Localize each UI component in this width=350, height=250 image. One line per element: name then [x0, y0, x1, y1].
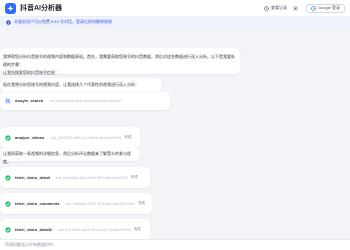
message-text: 现在我将分析您账号的视频内容，让我选择几个代表性的视频进行深入分析： — [3, 82, 139, 87]
tool-call-fetch-video-detail-2[interactable]: fetch_video_detail2 call_b7d1c02e-5a22-4… — [0, 219, 150, 240]
settings-button[interactable] — [293, 5, 300, 11]
tool-call-fetch-video-comments[interactable]: fetch_video_comments call_49d6faa0-1b42-… — [0, 193, 152, 214]
check-icon — [5, 200, 11, 207]
tool-status: 完成 — [133, 227, 141, 231]
check-icon — [5, 174, 11, 181]
tool-name: douyin_search — [15, 98, 44, 103]
tool-status: 完成 — [124, 135, 132, 139]
history-button[interactable]: 查看记录 — [264, 5, 287, 11]
tool-call-id: call_12b9f534-d9f8-4c41-8e33-4ba3bb2f916… — [50, 135, 122, 140]
assistant-message: 我将帮您分析抖音账号的视频内容和数据表现。首先，我需要获取您账号的抖音数据，然后… — [0, 48, 240, 75]
tool-name: fetch_video_detail — [15, 175, 50, 180]
gear-icon — [293, 5, 298, 11]
check-icon — [5, 226, 11, 233]
app-header: 抖音AI分析器 查看记录 Google 登录 — [0, 0, 350, 17]
tool-name: analyze_videos — [15, 135, 45, 140]
app-title: 抖音AI分析器 — [20, 5, 62, 12]
tool-status: 完成 — [138, 201, 146, 205]
sparkle-icon — [7, 4, 14, 12]
search-icon — [5, 97, 11, 104]
history-icon — [264, 5, 269, 11]
message-text: 让我先搜索您的抖音账号信息： — [3, 70, 59, 75]
google-login-label: Google 登录 — [317, 5, 340, 10]
app-logo — [5, 2, 16, 14]
notice-text: 本服务用户可以免费 5/10 次对话，登录后即刻解除限制 — [14, 19, 113, 24]
info-icon — [6, 19, 11, 25]
tool-name: fetch_video_detail2 — [15, 227, 53, 232]
usage-notice: 本服务用户可以免费 5/10 次对话，登录后即刻解除限制 — [0, 17, 350, 27]
chat-input-placeholder: 声明问题显示中有数据时中... — [5, 242, 57, 247]
tool-call-id: call_f4a5d2a4-4b1a-4b2e-b87a-af2d19cc7d2… — [55, 175, 128, 180]
assistant-message: 让我再获取一条视频的详细信息，然后分析评论数据来了解受众的参与程度。 — [0, 147, 140, 164]
google-icon — [311, 5, 316, 11]
tool-name: fetch_video_comments — [15, 201, 60, 206]
check-icon — [5, 134, 11, 141]
google-login-button[interactable]: Google 登录 — [305, 3, 345, 13]
history-label: 查看记录 — [270, 5, 287, 10]
tool-call-fetch-video-detail[interactable]: fetch_video_detail call_f4a5d2a4-4b1a-4b… — [0, 167, 150, 188]
chat-area: 我将帮您分析抖音账号的视频内容和数据表现。首先，我需要获取您账号的抖音数据，然后… — [0, 27, 350, 240]
tool-call-analyze-videos[interactable]: analyze_videos call_12b9f534-d9f8-4c41-8… — [0, 127, 140, 148]
chat-input[interactable]: 声明问题显示中有数据时中... — [0, 239, 350, 250]
tool-call-douyin-search[interactable]: douyin_search call_cb51a14a6-f3b8-4d4f-9… — [0, 91, 170, 110]
assistant-message: 现在我将分析您账号的视频内容，让我选择几个代表性的视频进行深入分析： — [0, 78, 162, 92]
tool-call-id: call_49d6faa0-1b42-4e7f-8f3c-d5c2b2c7f9a… — [65, 201, 136, 206]
message-text: 我将帮您分析抖音账号的视频内容和数据表现。首先，我需要获取您账号的抖音数据，然后… — [3, 54, 235, 67]
tool-call-id: call_cb51a14a6-f3b8-4d4f-91b0-a4f2c7ba91… — [49, 98, 123, 103]
tool-status: 完成 — [130, 175, 138, 179]
tool-call-id: call_b7d1c02e-5a22-4b7a-b3d1-7e0a5c9f1b3… — [58, 227, 131, 232]
message-text: 让我再获取一条视频的详细信息，然后分析评论数据来了解受众的参与程度。 — [3, 151, 131, 164]
